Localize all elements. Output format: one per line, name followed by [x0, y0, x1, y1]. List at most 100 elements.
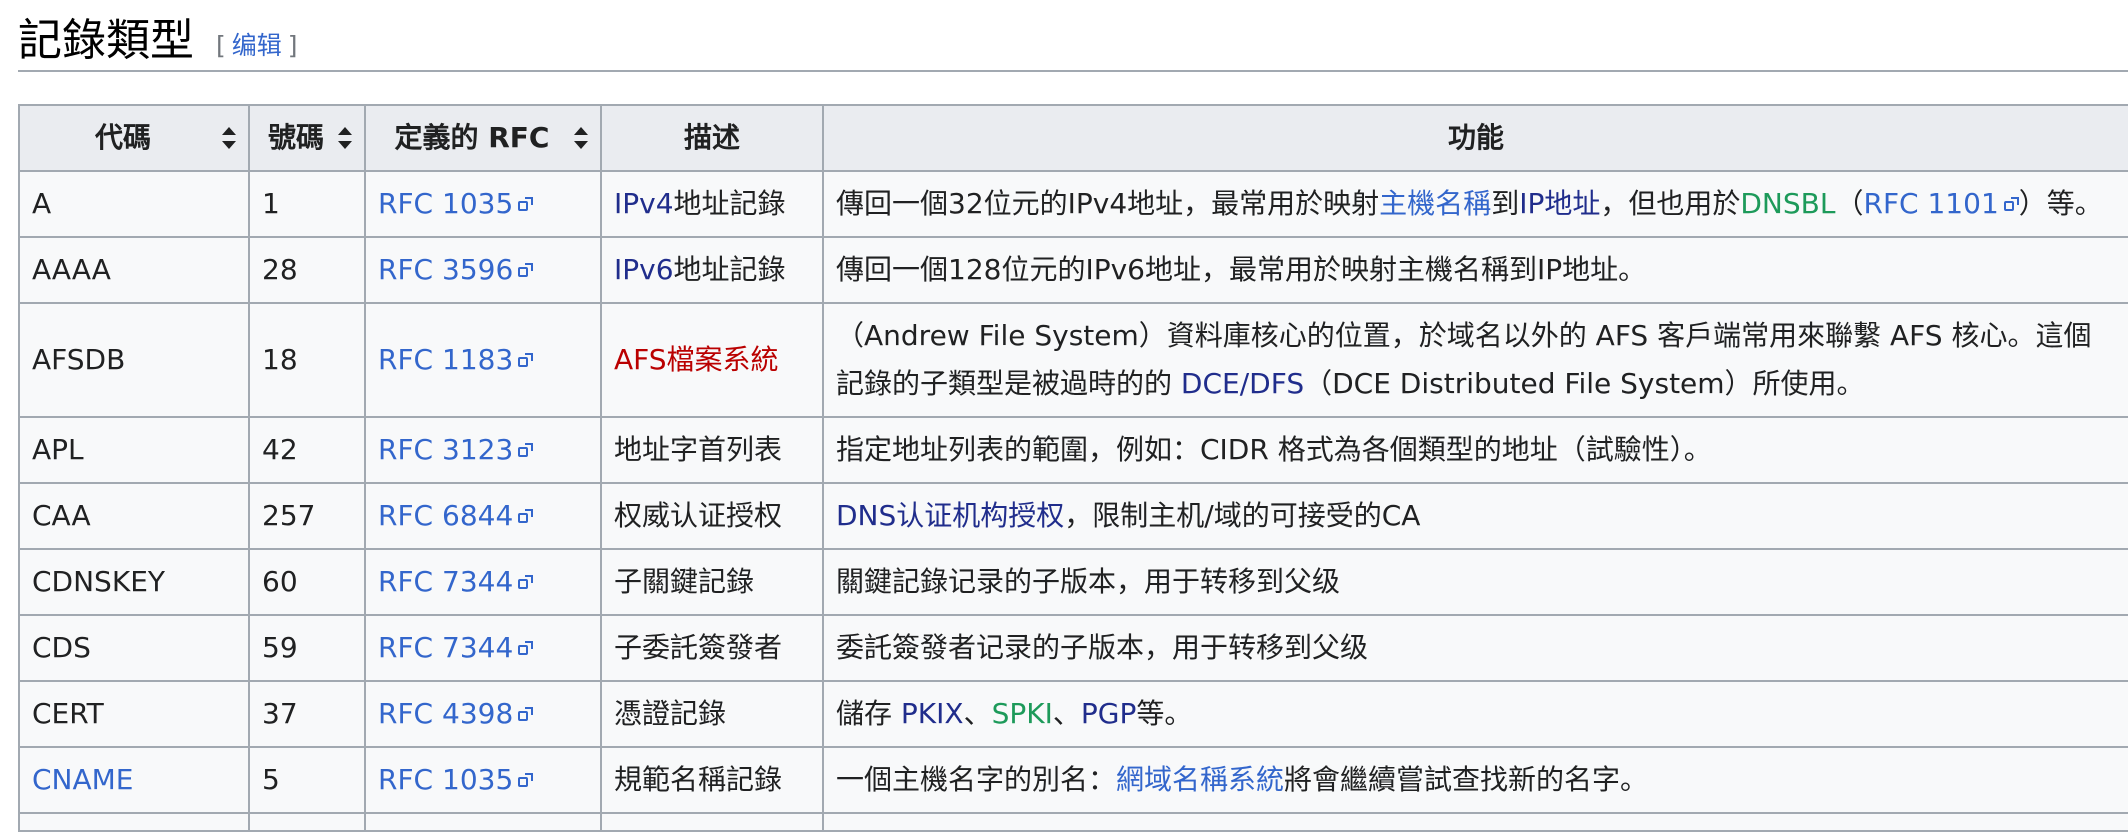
rfc-link[interactable]: RFC 4398	[378, 697, 513, 730]
rfc-link[interactable]: RFC 3596	[378, 253, 513, 286]
edit-bracket-close: ]	[287, 31, 298, 60]
func-text: 等。	[1136, 697, 1193, 730]
rfc-link[interactable]: RFC 7344	[378, 631, 513, 664]
cell-code: A	[18, 170, 250, 238]
external-link-icon	[517, 575, 534, 591]
column-header-desc: 描述	[600, 104, 824, 172]
external-link-icon	[517, 443, 534, 459]
cell-rfc: RFC 7344	[364, 548, 602, 616]
cell-func: 儲存 PKIX、SPKI、PGP等。	[822, 680, 2128, 748]
func-text: 一個主機名字的別名：	[836, 763, 1117, 796]
external-link-icon	[517, 263, 534, 279]
external-link-icon	[517, 641, 534, 657]
column-header-code-label: 代碼	[94, 121, 151, 154]
cell-number	[248, 812, 366, 832]
cell-code: CAA	[18, 482, 250, 550]
func-text: ）等。	[2018, 187, 2103, 220]
rfc-link[interactable]: RFC 6844	[378, 499, 513, 532]
cell-rfc: RFC 3596	[364, 236, 602, 304]
table-row: CERT 37 RFC 4398 憑證記錄 儲存 PKIX、SPKI、PGP等。	[18, 680, 2128, 748]
cell-rfc: RFC 3123	[364, 416, 602, 484]
table-header-row: 代碼 號碼 定義的 RFC 描述 功能	[18, 104, 2128, 172]
cell-desc: 权威认证授权	[600, 482, 824, 550]
cell-desc: 規範名稱記錄	[600, 746, 824, 814]
table-row: CDNSKEY 60 RFC 7344 子關鍵記錄 關鍵記錄记录的子版本，用于转…	[18, 548, 2128, 616]
desc-link[interactable]: AFS檔案系統	[614, 343, 779, 376]
rfc-link[interactable]: RFC 1183	[378, 343, 513, 376]
cell-number: 42	[248, 416, 366, 484]
edit-section: [编辑]	[216, 0, 298, 92]
cell-number: 5	[248, 746, 366, 814]
sort-arrows-icon[interactable]	[574, 127, 588, 149]
cell-desc	[600, 812, 824, 832]
desc-link[interactable]: IPv6	[614, 253, 674, 286]
func-text: ，但也用於	[1600, 187, 1741, 220]
cell-rfc: RFC 6844	[364, 482, 602, 550]
cell-desc: 地址字首列表	[600, 416, 824, 484]
column-header-rfc-label: 定義的 RFC	[394, 121, 550, 154]
cell-desc: 子委託簽發者	[600, 614, 824, 682]
cell-code: CDNSKEY	[18, 548, 250, 616]
cell-number: 1	[248, 170, 366, 238]
cell-rfc: RFC 1035	[364, 746, 602, 814]
func-text: （	[1835, 187, 1864, 220]
cell-number: 28	[248, 236, 366, 304]
sort-arrows-icon[interactable]	[338, 127, 352, 149]
func-link-ip-address[interactable]: IP地址	[1519, 187, 1600, 220]
cell-number: 37	[248, 680, 366, 748]
cell-code: CDS	[18, 614, 250, 682]
cell-rfc: RFC 1035	[364, 170, 602, 238]
external-link-icon	[517, 509, 534, 525]
column-header-rfc[interactable]: 定義的 RFC	[364, 104, 602, 172]
cell-func: 指定地址列表的範圍，例如：CIDR 格式為各個類型的地址（試驗性）。	[822, 416, 2128, 484]
func-link-hostname[interactable]: 主機名稱	[1379, 187, 1491, 220]
desc-text: 地址記錄	[673, 187, 786, 220]
cell-func: DNS认证机构授权，限制主机/域的可接受的CA	[822, 482, 2128, 550]
cell-code: AFSDB	[18, 302, 250, 418]
rfc-link[interactable]: RFC 1035	[378, 187, 513, 220]
func-link-rfc1101[interactable]: RFC 1101	[1863, 187, 1998, 220]
cell-func: （Andrew File System）資料庫核心的位置，於域名以外的 AFS …	[822, 302, 2128, 418]
func-link-pgp[interactable]: PGP	[1081, 697, 1136, 730]
section-title: 記錄類型	[18, 15, 194, 66]
table-row	[18, 812, 2128, 832]
column-header-func: 功能	[822, 104, 2128, 172]
cell-desc: 子關鍵記錄	[600, 548, 824, 616]
func-link-dns[interactable]: 網域名稱系統	[1116, 763, 1284, 796]
func-text: 到	[1491, 187, 1520, 220]
desc-link[interactable]: IPv4	[614, 187, 674, 220]
func-link-dnsbl[interactable]: DNSBL	[1740, 187, 1835, 220]
rfc-link[interactable]: RFC 1035	[378, 763, 513, 796]
cell-desc: IPv6地址記錄	[600, 236, 824, 304]
code-link[interactable]: CNAME	[32, 763, 134, 796]
column-header-code[interactable]: 代碼	[18, 104, 250, 172]
table-row: APL 42 RFC 3123 地址字首列表 指定地址列表的範圍，例如：CIDR…	[18, 416, 2128, 484]
func-link-caa[interactable]: DNS认证机构授权	[836, 499, 1064, 532]
sort-arrows-icon[interactable]	[222, 127, 236, 149]
cell-desc: 憑證記錄	[600, 680, 824, 748]
func-link-pkix[interactable]: PKIX	[901, 697, 964, 730]
func-text: 儲存	[836, 697, 901, 730]
cell-code: CERT	[18, 680, 250, 748]
external-link-icon	[2003, 197, 2019, 213]
cell-code	[18, 812, 250, 832]
cell-desc: AFS檔案系統	[600, 302, 824, 418]
rfc-link[interactable]: RFC 3123	[378, 433, 513, 466]
func-text: 將會繼續嘗試查找新的名字。	[1284, 763, 1649, 796]
cell-number: 257	[248, 482, 366, 550]
table-row: AAAA 28 RFC 3596 IPv6地址記錄 傳回一個128位元的IPv6…	[18, 236, 2128, 304]
cell-func: 一個主機名字的別名：網域名稱系統將會繼續嘗試查找新的名字。	[822, 746, 2128, 814]
cell-number: 60	[248, 548, 366, 616]
cell-rfc: RFC 4398	[364, 680, 602, 748]
rfc-link[interactable]: RFC 7344	[378, 565, 513, 598]
table-row: CAA 257 RFC 6844 权威认证授权 DNS认证机构授权，限制主机/域…	[18, 482, 2128, 550]
section-heading: 記錄類型 [编辑]	[18, 0, 2128, 72]
edit-link[interactable]: 编辑	[232, 31, 282, 60]
func-link-dce-dfs[interactable]: DCE/DFS	[1181, 367, 1304, 400]
func-link-spki[interactable]: SPKI	[992, 697, 1053, 730]
column-header-number[interactable]: 號碼	[248, 104, 366, 172]
cell-rfc: RFC 7344	[364, 614, 602, 682]
func-text: 傳回一個32位元的IPv4地址，最常用於映射	[836, 187, 1380, 220]
cell-func: 委託簽發者记录的子版本，用于转移到父级	[822, 614, 2128, 682]
table-row: CDS 59 RFC 7344 子委託簽發者 委託簽發者记录的子版本，用于转移到…	[18, 614, 2128, 682]
